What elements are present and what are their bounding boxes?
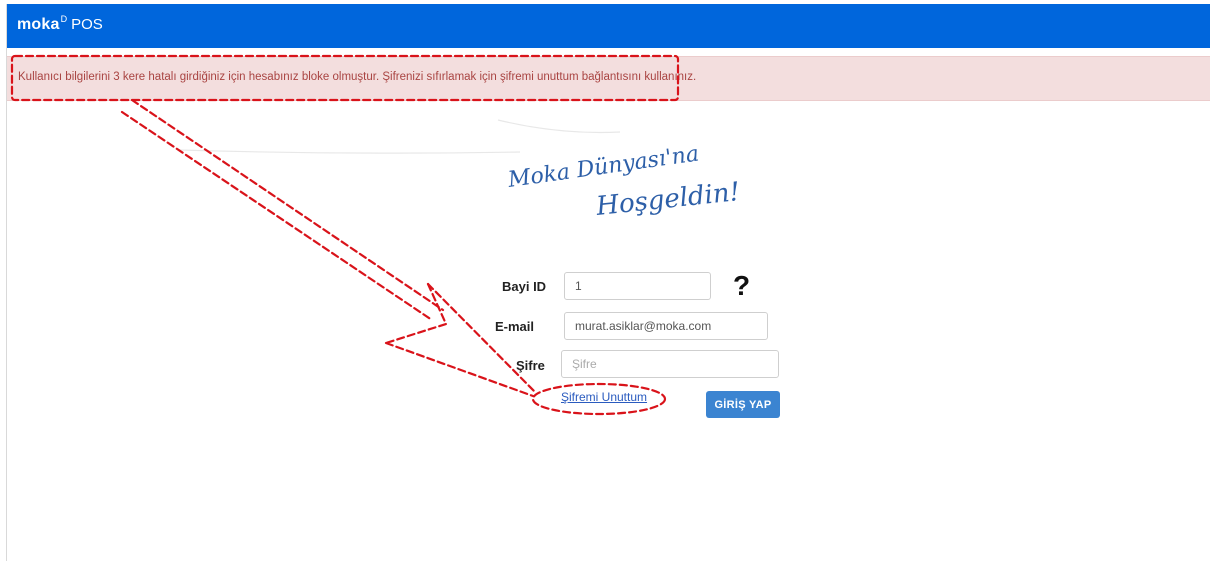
welcome-line-2: Hoşgeldin! [594, 177, 742, 222]
login-button[interactable]: GİRİŞ YAP [706, 391, 780, 418]
password-input[interactable] [561, 350, 779, 378]
arrow-shaft-2 [130, 98, 445, 312]
forgot-password-link[interactable]: Şifremi Unuttum [561, 390, 647, 404]
bayi-id-input[interactable] [564, 272, 711, 300]
top-navbar: moka D POS [7, 4, 1210, 48]
bayi-id-label: Bayi ID [502, 279, 547, 294]
brand[interactable]: moka D POS [17, 14, 103, 34]
password-label: Şifre [516, 358, 545, 373]
brand-logo-mark: D [60, 14, 68, 24]
help-icon[interactable]: ? [733, 270, 750, 302]
brand-logo: moka [17, 16, 60, 33]
app-name: POS [71, 16, 103, 33]
alert-message: Kullanıcı bilgilerini 3 kere hatalı gird… [18, 71, 697, 83]
arrow-head [384, 282, 448, 345]
arrow-upper-line [426, 282, 537, 394]
email-label: E-mail [495, 319, 535, 334]
error-alert: Kullanıcı bilgilerini 3 kere hatalı gird… [7, 56, 1210, 101]
email-input[interactable] [564, 312, 768, 340]
arrow-shaft-1 [120, 110, 434, 322]
arrow-lower-line [384, 341, 535, 398]
